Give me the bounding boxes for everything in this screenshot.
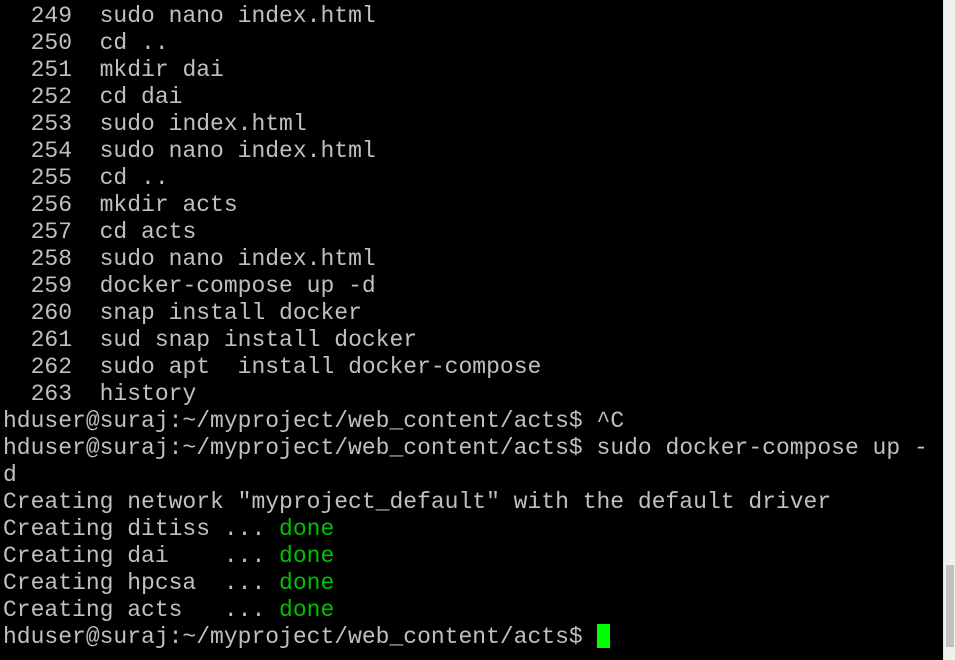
history-number: 251 (3, 57, 73, 83)
history-number: 258 (3, 246, 73, 272)
history-line: 260 snap install docker (3, 300, 928, 327)
terminal-output: 249 sudo nano index.html 250 cd .. 251 m… (3, 3, 928, 651)
history-command: cd .. (99, 165, 169, 191)
container-label: Creating dai ... (3, 543, 280, 569)
history-number: 256 (3, 192, 73, 218)
history-number: 262 (3, 354, 73, 380)
container-label: Creating hpcsa ... (3, 570, 280, 596)
container-label: Creating ditiss ... (3, 516, 280, 542)
typed-command: ^C (596, 408, 625, 434)
history-line: 257 cd acts (3, 219, 928, 246)
text-cursor (596, 624, 610, 648)
status-done: done (279, 543, 335, 569)
history-line: 262 sudo apt install docker-compose (3, 354, 928, 381)
history-line: 250 cd .. (3, 30, 928, 57)
container-output-line: Creating ditiss ... done (3, 516, 928, 543)
history-line: 255 cd .. (3, 165, 928, 192)
history-command: cd dai (99, 84, 183, 110)
history-number: 260 (3, 300, 73, 326)
history-number: 254 (3, 138, 73, 164)
prompt-line: hduser@suraj:~/myproject/web_content/act… (3, 408, 928, 435)
history-command: sud snap install docker (99, 327, 418, 353)
container-output-line: Creating hpcsa ... done (3, 570, 928, 597)
history-command: snap install docker (99, 300, 362, 326)
history-number: 249 (3, 3, 73, 29)
history-line: 261 sud snap install docker (3, 327, 928, 354)
shell-prompt: hduser@suraj:~/myproject/web_content/act… (3, 624, 583, 650)
wrapped-command-line: d (3, 462, 928, 489)
history-command: sudo nano index.html (99, 246, 376, 272)
typed-command-wrap: d (3, 462, 17, 488)
history-command: sudo nano index.html (99, 3, 376, 29)
container-output-line: Creating acts ... done (3, 597, 928, 624)
shell-prompt: hduser@suraj:~/myproject/web_content/act… (3, 408, 583, 434)
history-line: 252 cd dai (3, 84, 928, 111)
history-line: 263 history (3, 381, 928, 408)
typed-command: sudo docker-compose up - (596, 435, 928, 461)
history-command: sudo apt install docker-compose (99, 354, 542, 380)
history-number: 263 (3, 381, 73, 407)
terminal-window[interactable]: 249 sudo nano index.html 250 cd .. 251 m… (0, 0, 943, 660)
status-done: done (279, 516, 335, 542)
history-command: mkdir acts (99, 192, 238, 218)
history-command: mkdir dai (99, 57, 224, 83)
shell-prompt: hduser@suraj:~/myproject/web_content/act… (3, 435, 583, 461)
history-number: 250 (3, 30, 73, 56)
history-line: 251 mkdir dai (3, 57, 928, 84)
history-line: 249 sudo nano index.html (3, 3, 928, 30)
history-command: cd .. (99, 30, 169, 56)
active-prompt-line[interactable]: hduser@suraj:~/myproject/web_content/act… (3, 624, 928, 651)
history-number: 261 (3, 327, 73, 353)
history-command: sudo nano index.html (99, 138, 376, 164)
history-line: 256 mkdir acts (3, 192, 928, 219)
history-command: sudo index.html (99, 111, 307, 137)
history-line: 253 sudo index.html (3, 111, 928, 138)
prompt-line: hduser@suraj:~/myproject/web_content/act… (3, 435, 928, 462)
history-number: 255 (3, 165, 73, 191)
container-output-line: Creating dai ... done (3, 543, 928, 570)
history-command: docker-compose up -d (99, 273, 376, 299)
scrollbar-thumb[interactable] (946, 565, 954, 647)
history-number: 253 (3, 111, 73, 137)
history-command: history (99, 381, 197, 407)
container-label: Creating acts ... (3, 597, 280, 623)
status-done: done (279, 597, 335, 623)
history-command: cd acts (99, 219, 197, 245)
history-number: 257 (3, 219, 73, 245)
history-number: 252 (3, 84, 73, 110)
status-done: done (279, 570, 335, 596)
history-line: 258 sudo nano index.html (3, 246, 928, 273)
history-line: 254 sudo nano index.html (3, 138, 928, 165)
network-output-line: Creating network "myproject_default" wit… (3, 489, 832, 515)
vertical-scrollbar[interactable] (943, 0, 955, 660)
history-line: 259 docker-compose up -d (3, 273, 928, 300)
history-number: 259 (3, 273, 73, 299)
